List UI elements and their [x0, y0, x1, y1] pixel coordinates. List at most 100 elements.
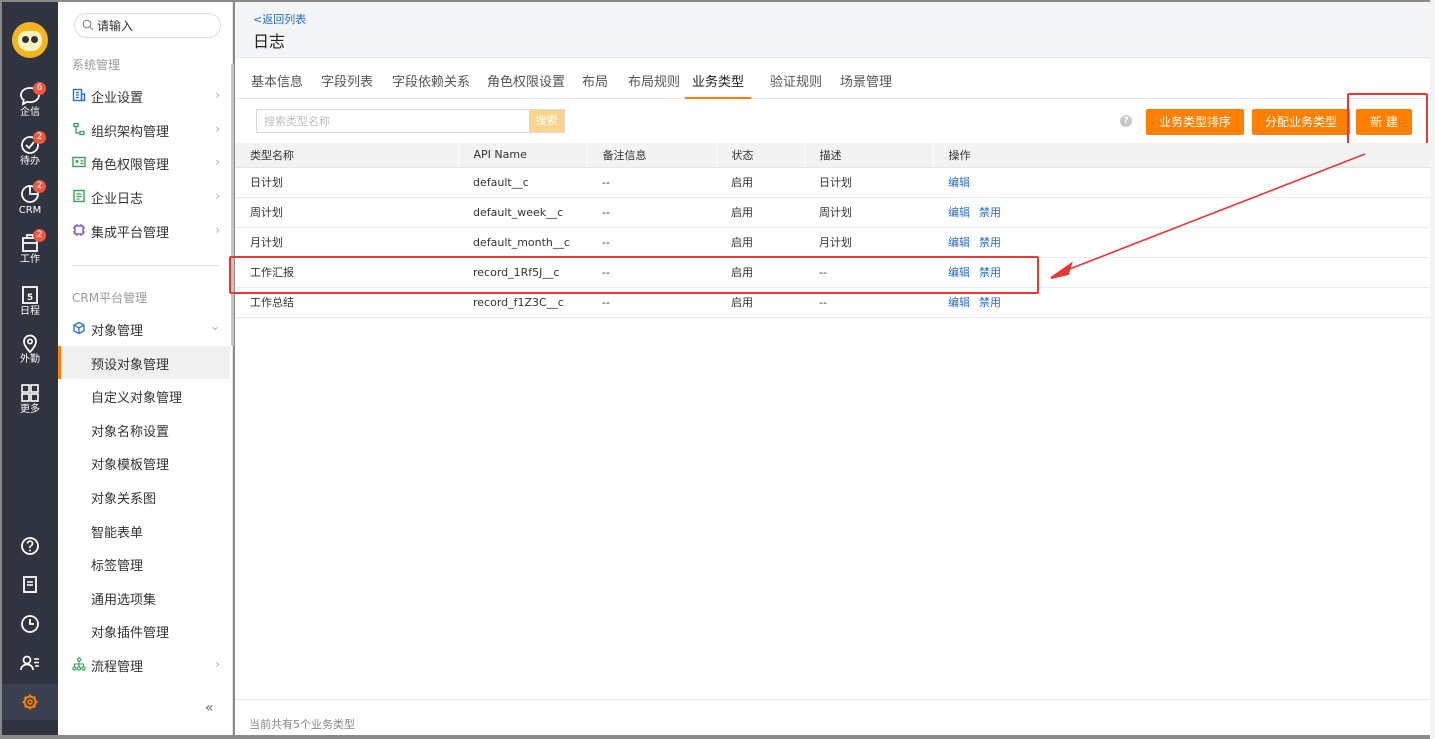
disable-link[interactable]: 禁用	[979, 206, 1001, 219]
sidebar-item-enterprise-log[interactable]: 企业日志 ›	[58, 180, 230, 213]
log-document-icon	[73, 189, 85, 203]
tab-field-list[interactable]: 字段列表	[321, 71, 373, 99]
sidebar-subitem-label: 对象模板管理	[91, 458, 170, 473]
column-header[interactable]: 状态	[715, 143, 804, 168]
sidebar-item-role-permissions[interactable]: 角色权限管理 ›	[58, 146, 230, 179]
edit-link[interactable]: 编辑	[948, 236, 970, 249]
help-icon[interactable]: ?	[1120, 115, 1132, 127]
sidebar-item-object-management[interactable]: 对象管理 ⌄	[58, 312, 230, 345]
annotation-box-row	[229, 256, 1039, 294]
sidebar-subitem-label: 对象名称设置	[91, 425, 170, 440]
column-header[interactable]: 类型名称	[235, 143, 458, 168]
column-header[interactable]: 描述	[803, 143, 933, 168]
logo-eye-left	[22, 36, 29, 43]
sidebar-item-label: 企业设置	[91, 91, 144, 106]
tab-bar: 基本信息 字段列表 字段依赖关系 角色权限设置 布局 布局规则 业务类型 验证规…	[235, 59, 1430, 99]
chevron-right-icon: ›	[215, 657, 220, 671]
cell-type-name: 周计划	[235, 197, 458, 228]
sidebar-subitem-smart-forms[interactable]: 智能表单	[58, 514, 230, 547]
cell-type-name: 月计划	[235, 227, 458, 258]
tab-validation-rules[interactable]: 验证规则	[770, 71, 822, 99]
page-header: <返回列表 日志	[235, 2, 1430, 58]
sidebar-search-input[interactable]	[97, 17, 215, 34]
calendar-icon: 5	[22, 286, 38, 304]
tab-scene-management[interactable]: 场景管理	[840, 71, 892, 99]
cell-actions: 编辑 禁用	[933, 227, 1430, 258]
rail-item-messages[interactable]: 6 企信	[2, 82, 58, 130]
assign-business-types-button[interactable]: 分配业务类型	[1252, 109, 1350, 135]
app-logo[interactable]	[12, 22, 48, 58]
sidebar-item-label: 对象管理	[91, 324, 144, 339]
rail-history[interactable]	[2, 613, 58, 639]
sidebar-item-label: 流程管理	[91, 660, 144, 675]
section-title-crm: CRM平台管理	[72, 291, 148, 305]
sidebar-subitem-object-plugins[interactable]: 对象插件管理	[58, 614, 230, 647]
sidebar-subitem-option-sets[interactable]: 通用选项集	[58, 581, 230, 614]
edit-link[interactable]: 编辑	[948, 176, 970, 189]
sidebar-subitem-label: 标签管理	[91, 559, 144, 574]
cell-actions: 编辑 禁用	[933, 197, 1430, 228]
tab-layout[interactable]: 布局	[582, 71, 608, 99]
sidebar-subitem-object-templates[interactable]: 对象模板管理	[58, 446, 230, 479]
sidebar-search	[74, 13, 221, 38]
rail-label-todo: 待办	[20, 156, 40, 167]
tab-business-types[interactable]: 业务类型	[685, 71, 752, 99]
edit-link[interactable]: 编辑	[948, 296, 970, 309]
rail-help[interactable]	[2, 535, 58, 561]
sidebar-subitem-preset-objects[interactable]: 预设对象管理	[58, 346, 230, 379]
cell-status: 启用	[716, 227, 804, 258]
rail-contacts[interactable]	[2, 652, 58, 678]
rail-item-crm[interactable]: 2 CRM	[2, 180, 58, 228]
tab-basic-info[interactable]: 基本信息	[251, 71, 303, 99]
rail-item-more[interactable]: 更多	[2, 383, 58, 427]
building-icon	[72, 88, 86, 102]
sidebar-collapse-button[interactable]: «	[205, 700, 214, 716]
location-pin-icon	[23, 334, 37, 353]
column-header[interactable]: 操作	[932, 143, 1430, 168]
sidebar-item-integration-platform[interactable]: 集成平台管理 ›	[58, 214, 230, 247]
column-header[interactable]: 备注信息	[586, 143, 716, 168]
sidebar-subitem-object-names[interactable]: 对象名称设置	[58, 413, 230, 446]
sidebar-scrollbar[interactable]	[231, 64, 234, 346]
sort-business-types-button[interactable]: 业务类型排序	[1146, 109, 1244, 135]
disable-link[interactable]: 禁用	[979, 296, 1001, 309]
rail-label-more: 更多	[20, 404, 40, 415]
chevron-right-icon: ›	[215, 189, 220, 203]
rail-notes[interactable]	[2, 574, 58, 600]
sidebar-item-label: 集成平台管理	[91, 226, 170, 241]
tab-role-permissions[interactable]: 角色权限设置	[487, 71, 565, 99]
cell-note: --	[587, 167, 716, 198]
sidebar-item-org-structure[interactable]: 组织架构管理 ›	[58, 113, 230, 146]
sidebar-subitem-object-relations[interactable]: 对象关系图	[58, 480, 230, 513]
sidebar-subitem-tags[interactable]: 标签管理	[58, 547, 230, 580]
sidebar-subitem-custom-objects[interactable]: 自定义对象管理	[58, 379, 230, 412]
tab-layout-rules[interactable]: 布局规则	[628, 71, 680, 99]
chevron-down-icon: ⌄	[209, 319, 220, 333]
table-header-row: 类型名称 API Name 备注信息 状态 描述 操作	[235, 143, 1430, 168]
id-card-icon	[72, 156, 86, 168]
cube-icon	[73, 321, 85, 335]
cell-api-name: default_month__c	[458, 227, 587, 258]
search-button[interactable]: 搜索	[529, 110, 564, 132]
sidebar-subitem-label: 对象插件管理	[91, 626, 170, 641]
rail-item-work[interactable]: 2 工作	[2, 229, 58, 277]
edit-link[interactable]: 编辑	[948, 206, 970, 219]
sidebar-subitem-label: 对象关系图	[91, 492, 157, 507]
back-to-list-link[interactable]: <返回列表	[253, 11, 306, 27]
disable-link[interactable]: 禁用	[979, 236, 1001, 249]
sidebar-item-enterprise-settings[interactable]: 企业设置 ›	[58, 79, 230, 112]
column-header[interactable]: API Name	[457, 143, 587, 168]
sidebar-item-flow-management[interactable]: 流程管理 ›	[58, 648, 230, 681]
rail-settings[interactable]	[2, 684, 58, 720]
rail-item-todo[interactable]: 2 待办	[2, 131, 58, 179]
rail-item-field[interactable]: 外勤	[2, 333, 58, 377]
rail-item-calendar[interactable]: 5 日程	[2, 285, 58, 329]
tab-field-dependency[interactable]: 字段依赖关系	[392, 71, 470, 99]
crm-badge: 2	[33, 180, 46, 193]
document-icon	[23, 576, 37, 593]
search-icon	[82, 19, 94, 31]
chip-icon	[73, 224, 85, 236]
cell-type-name: 日计划	[235, 167, 458, 198]
type-search-input[interactable]	[264, 113, 524, 129]
sidebar-subitem-label: 通用选项集	[91, 593, 157, 608]
